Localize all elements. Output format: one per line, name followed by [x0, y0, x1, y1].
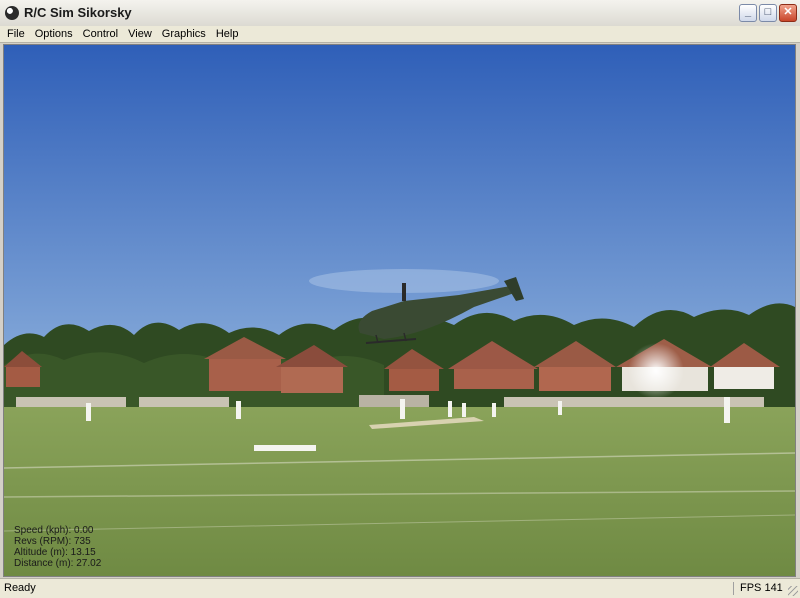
flight-telemetry-overlay: Speed (kph): 0.00 Revs (RPM): 735 Altitu… [14, 525, 101, 569]
altitude-readout: Altitude (m): 13.15 [14, 547, 96, 558]
menu-help[interactable]: Help [211, 26, 244, 42]
fps-readout: FPS 141 [740, 582, 783, 594]
sun-glare [628, 343, 684, 399]
app-logo-icon[interactable] [5, 6, 19, 20]
menu-graphics[interactable]: Graphics [157, 26, 211, 42]
pitch-marker [254, 445, 316, 451]
close-button[interactable]: ✕ [779, 4, 797, 22]
menu-control[interactable]: Control [78, 26, 123, 42]
window-title: R/C Sim Sikorsky [24, 5, 132, 20]
maximize-button[interactable]: □ [759, 4, 777, 22]
fence [139, 397, 229, 407]
menu-file[interactable]: File [2, 26, 30, 42]
title-bar: R/C Sim Sikorsky _ □ ✕ [0, 0, 800, 27]
menu-view[interactable]: View [123, 26, 157, 42]
menu-bar: File Options Control View Graphics Help [0, 26, 800, 43]
menu-options[interactable]: Options [30, 26, 78, 42]
fence [359, 395, 429, 407]
status-bar: Ready FPS 141 [0, 578, 800, 598]
speed-readout: Speed (kph): 0.00 [14, 525, 94, 536]
revs-readout: Revs (RPM): 735 [14, 536, 91, 547]
minimize-button[interactable]: _ [739, 4, 757, 22]
resize-grip-icon[interactable] [788, 586, 798, 596]
distance-readout: Distance (m): 27.02 [14, 558, 102, 569]
status-divider [733, 582, 734, 595]
fence [16, 397, 126, 407]
simulation-viewport[interactable]: Speed (kph): 0.00 Revs (RPM): 735 Altitu… [3, 44, 796, 577]
rotor-mast [402, 283, 406, 301]
flying-field-scene [4, 45, 795, 576]
status-text: Ready [4, 582, 36, 594]
